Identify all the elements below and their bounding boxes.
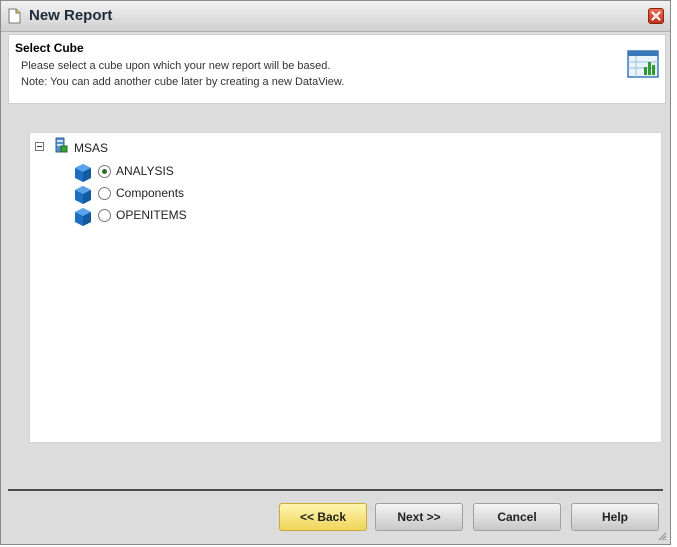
cube-tree: MSAS ANALYSIS Components OPENITEMS <box>29 132 662 443</box>
document-icon <box>8 8 21 24</box>
tree-item-components[interactable]: Components <box>74 185 274 205</box>
tree-collapse-toggle[interactable] <box>35 142 44 151</box>
cube-label: Components <box>116 186 185 200</box>
dialog-title: New Report <box>29 7 113 24</box>
radio-components[interactable] <box>98 187 111 200</box>
tree-item-openitems[interactable]: OPENITEMS <box>74 207 274 227</box>
close-button[interactable] <box>648 8 664 24</box>
cube-label: OPENITEMS <box>116 208 187 222</box>
step-title: Select Cube <box>15 41 84 55</box>
step-note: Note: You can add another cube later by … <box>21 76 345 88</box>
cube-icon <box>75 208 91 226</box>
cancel-button[interactable]: Cancel <box>473 503 561 531</box>
next-button[interactable]: Next >> <box>375 503 463 531</box>
title-bar[interactable]: New Report <box>1 1 670 32</box>
tree-item-analysis[interactable]: ANALYSIS <box>74 163 274 183</box>
step-header: Select Cube Please select a cube upon wh… <box>8 34 666 104</box>
cube-icon <box>75 164 91 182</box>
radio-analysis[interactable] <box>98 165 111 178</box>
radio-openitems[interactable] <box>98 209 111 222</box>
help-button[interactable]: Help <box>571 503 659 531</box>
report-chart-icon <box>627 50 659 78</box>
footer-divider <box>8 489 663 491</box>
close-icon <box>651 11 661 21</box>
tree-root-label: MSAS <box>74 141 109 155</box>
back-button[interactable]: << Back <box>279 503 367 531</box>
cube-label: ANALYSIS <box>116 164 174 178</box>
cube-icon <box>75 186 91 204</box>
resize-grip-icon[interactable] <box>657 531 667 541</box>
new-report-dialog: New Report Select Cube Please select a c… <box>0 0 671 545</box>
step-description: Please select a cube upon which your new… <box>21 60 331 72</box>
server-icon <box>55 137 68 153</box>
